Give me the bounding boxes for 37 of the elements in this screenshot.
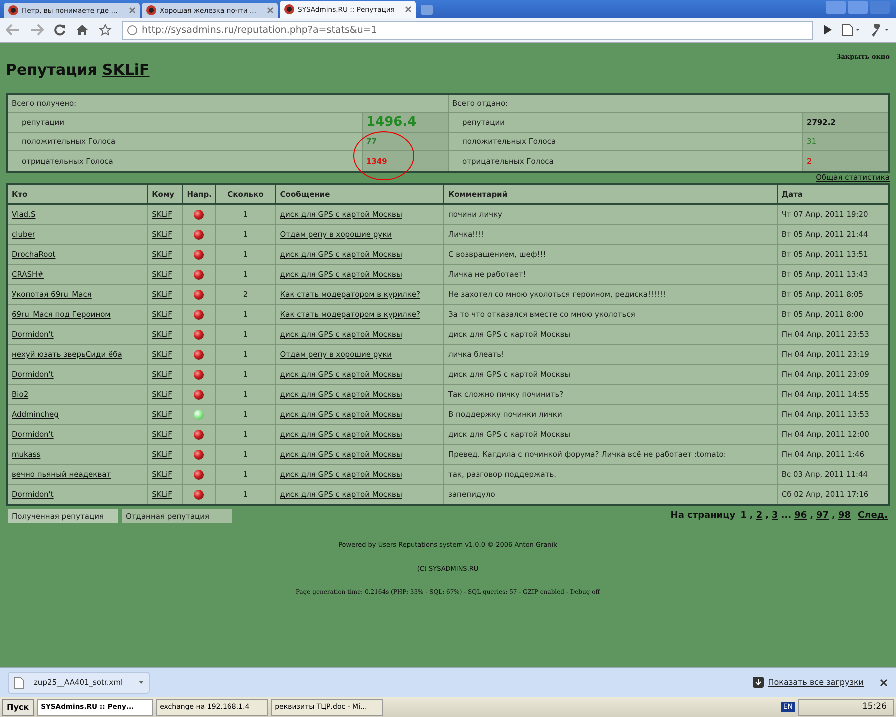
page-link[interactable]: 2 — [756, 511, 763, 521]
forward-icon[interactable] — [30, 24, 44, 36]
separator: , — [832, 511, 836, 521]
favicon-icon — [146, 5, 157, 16]
next-page-link[interactable]: След. — [858, 511, 888, 521]
separator: , — [750, 511, 754, 521]
ellipsis: ... — [781, 511, 792, 521]
page-link[interactable]: 98 — [838, 511, 851, 521]
file-icon — [14, 676, 24, 688]
close-icon[interactable] — [405, 6, 412, 13]
show-all-downloads-link[interactable]: Показать все загрузки — [768, 678, 864, 687]
close-icon[interactable] — [880, 678, 888, 686]
stats-value: 1496.4 — [362, 113, 448, 133]
caret-icon — [139, 681, 144, 684]
reload-icon[interactable] — [54, 24, 66, 36]
favicon-icon — [284, 4, 295, 15]
home-icon[interactable] — [76, 24, 89, 36]
page-menu-icon[interactable] — [842, 24, 860, 36]
address-field[interactable]: http://sysadmins.ru/reputation.php?a=stats&u=1 — [122, 20, 813, 40]
page-link[interactable]: 1 — [740, 511, 747, 521]
favicon-icon — [8, 5, 19, 16]
page-link[interactable]: 97 — [816, 511, 830, 521]
pagination-label: На страницу — [670, 511, 736, 521]
play-icon[interactable] — [823, 25, 832, 35]
circle-annotation — [353, 131, 415, 181]
globe-icon — [127, 24, 138, 36]
back-icon[interactable] — [6, 24, 20, 36]
start-button[interactable]: Пуск — [2, 698, 34, 716]
separator: , — [766, 511, 770, 521]
star-icon[interactable] — [99, 24, 112, 36]
download-icon — [753, 677, 764, 688]
page-title: Репутация — [6, 61, 98, 79]
separator: , — [810, 511, 814, 521]
page-link[interactable]: 96 — [794, 511, 808, 521]
clock: 15:26 — [862, 702, 887, 712]
user-link[interactable]: SKLiF — [102, 61, 150, 79]
page-link[interactable]: 3 — [772, 511, 778, 521]
